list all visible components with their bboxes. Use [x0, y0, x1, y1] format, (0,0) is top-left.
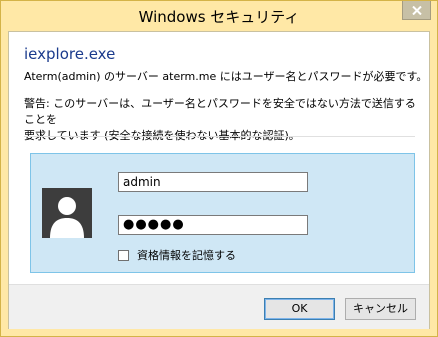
ok-button[interactable]: OK: [264, 298, 335, 320]
security-dialog-window: Windows セキュリティ iexplore.exe Aterm(admin)…: [0, 0, 438, 337]
close-icon: [411, 5, 422, 15]
remember-credentials[interactable]: 資格情報を記憶する: [118, 247, 236, 263]
cancel-button[interactable]: キャンセル: [345, 298, 416, 320]
username-field[interactable]: admin: [118, 172, 308, 192]
auth-message: Aterm(admin) のサーバー aterm.me にはユーザー名とパスワー…: [24, 70, 428, 83]
remember-checkbox[interactable]: [118, 249, 129, 261]
user-avatar-icon: [42, 188, 92, 238]
close-button[interactable]: [402, 1, 431, 20]
app-name: iexplore.exe: [24, 45, 116, 63]
warning-line-1: 警告: このサーバーは、ユーザー名とパスワードを安全ではない方法で送信することを: [24, 97, 416, 126]
remember-label: 資格情報を記憶する: [137, 249, 236, 262]
window-title: Windows セキュリティ: [138, 8, 300, 26]
separator: [24, 136, 415, 137]
button-bar: OK キャンセル: [9, 284, 429, 329]
title-bar[interactable]: Windows セキュリティ: [1, 1, 437, 32]
dialog-body: iexplore.exe Aterm(admin) のサーバー aterm.me…: [8, 31, 430, 329]
credential-panel: admin ●●●●● 資格情報を記憶する: [30, 153, 415, 273]
password-field[interactable]: ●●●●●: [118, 215, 308, 235]
